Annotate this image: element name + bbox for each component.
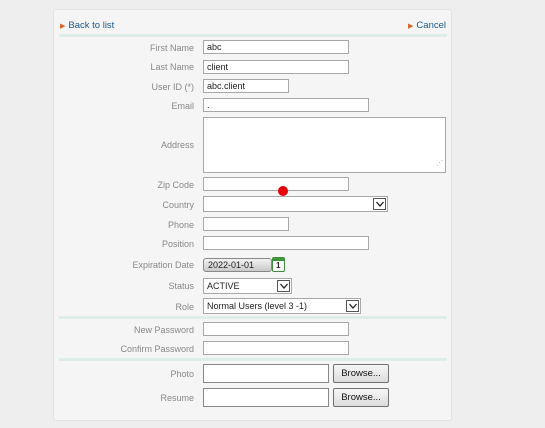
position-field[interactable] [203, 236, 369, 250]
photo-file-input[interactable] [203, 364, 329, 383]
section-divider [59, 34, 447, 37]
user-id-label: User ID (*) [151, 82, 195, 92]
calendar-icon[interactable]: 1 [272, 257, 285, 272]
last-name-field[interactable]: client [203, 60, 349, 74]
expiration-date-label: Expiration Date [132, 260, 194, 270]
triangle-right-icon: ▶ [60, 23, 66, 30]
photo-browse-button[interactable]: Browse... [333, 364, 389, 383]
status-value: ACTIVE [207, 281, 240, 291]
cursor-marker [278, 186, 288, 196]
zip-code-field[interactable] [203, 177, 349, 191]
last-name-label: Last Name [150, 62, 194, 72]
address-label: Address [160, 140, 194, 150]
section-divider [59, 316, 447, 319]
new-password-label: New Password [133, 325, 194, 335]
photo-label: Photo [170, 369, 194, 379]
expiration-date-field[interactable]: 2022-01-01 [203, 258, 272, 272]
new-password-field[interactable] [203, 322, 349, 336]
email-field[interactable]: . [203, 98, 369, 112]
resize-grip-icon[interactable]: ⋰ [436, 158, 443, 170]
role-label: Role [175, 302, 194, 312]
chevron-down-icon[interactable] [373, 198, 386, 210]
back-to-list-label: Back to list [68, 20, 115, 31]
resume-browse-button[interactable]: Browse... [333, 388, 389, 407]
triangle-right-icon: ▶ [408, 23, 414, 30]
section-divider [59, 358, 447, 361]
resume-file-input[interactable] [203, 388, 329, 407]
confirm-password-field[interactable] [203, 341, 349, 355]
role-value: Normal Users (level 3 -1) [207, 301, 308, 311]
email-label: Email [171, 101, 194, 111]
status-select[interactable]: ACTIVE [203, 278, 292, 294]
resume-label: Resume [160, 393, 194, 403]
user-id-field[interactable]: abc.client [203, 79, 289, 93]
status-label: Status [168, 281, 194, 291]
address-textarea[interactable]: ⋰ [203, 117, 446, 173]
top-links: ▶ Back to list ▶ Cancel [54, 20, 451, 34]
cancel-label: Cancel [416, 20, 446, 31]
first-name-field[interactable]: abc [203, 40, 349, 54]
back-to-list-link[interactable]: ▶ Back to list [60, 20, 114, 31]
phone-label: Phone [167, 220, 194, 230]
zip-code-label: Zip Code [157, 180, 194, 190]
country-label: Country [162, 200, 194, 210]
calendar-day-number: 1 [276, 261, 281, 270]
user-edit-panel: ▶ Back to list ▶ Cancel First Name abc Las… [53, 9, 452, 421]
role-select[interactable]: Normal Users (level 3 -1) [203, 298, 361, 314]
chevron-down-icon[interactable] [346, 300, 359, 312]
position-label: Position [161, 239, 194, 249]
chevron-down-icon[interactable] [277, 280, 290, 292]
phone-field[interactable] [203, 217, 289, 231]
confirm-password-label: Confirm Password [120, 344, 194, 354]
first-name-label: First Name [149, 43, 194, 53]
cancel-link[interactable]: ▶ Cancel [408, 20, 446, 31]
country-select[interactable] [203, 196, 388, 212]
